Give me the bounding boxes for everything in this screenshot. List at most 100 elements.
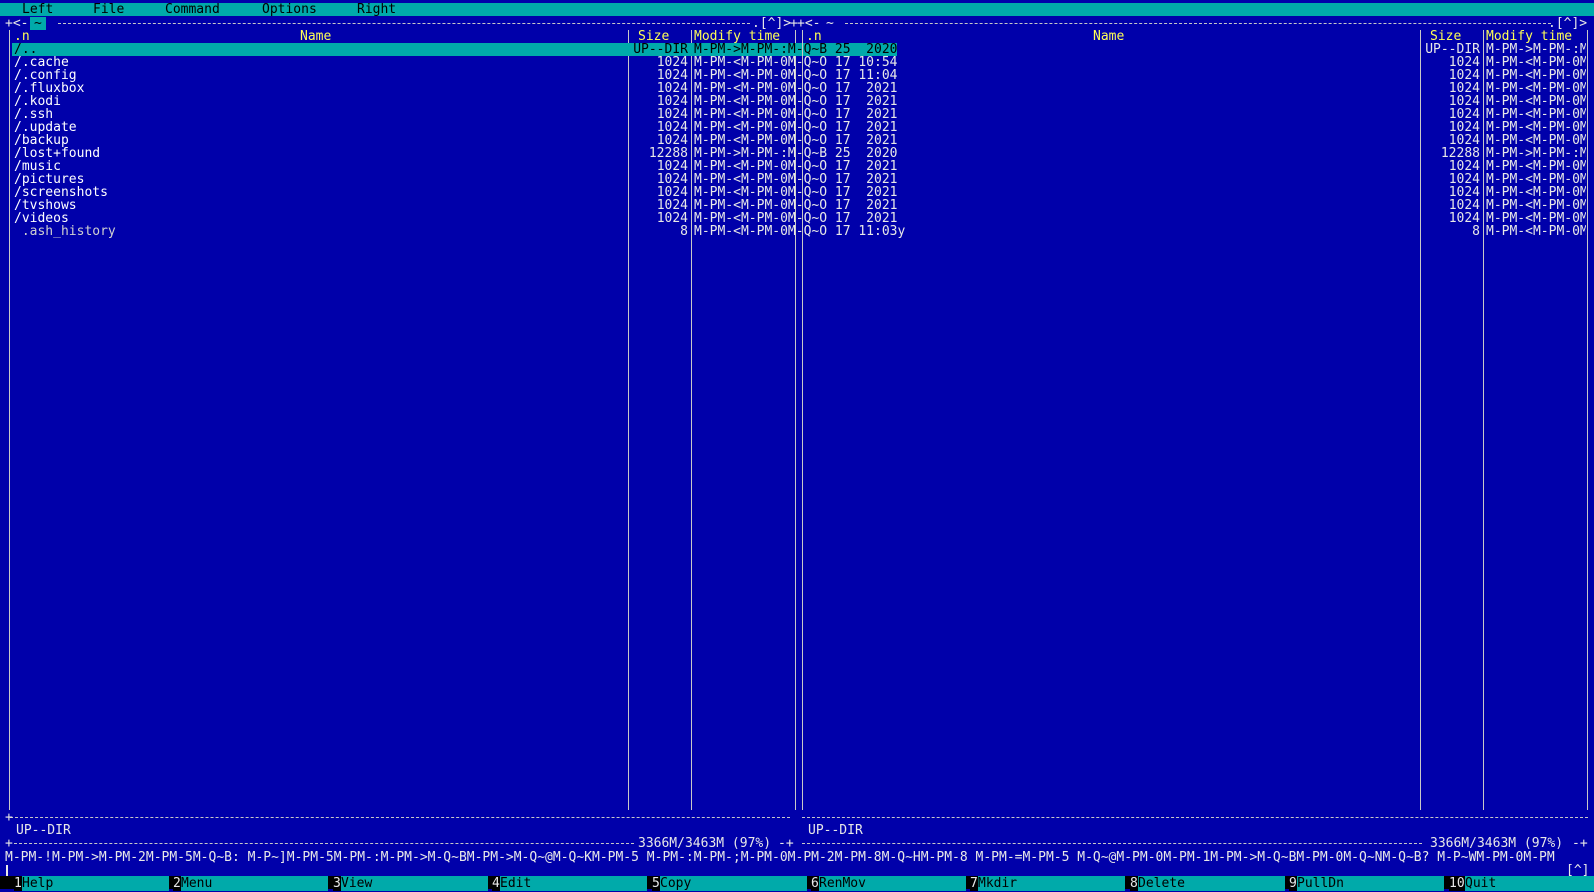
right-file-mtime: M-PM->M-PM-:M <box>1486 147 1586 160</box>
right-panel-path[interactable]: ~ <box>826 17 834 30</box>
right-file-name <box>806 199 1418 212</box>
right-status-text: UP--DIR <box>808 823 863 838</box>
fkey-4-number: 4 <box>492 876 500 891</box>
left-header-n[interactable]: .n <box>14 30 44 43</box>
right-file-name <box>806 160 1418 173</box>
right-file-size: 1024 <box>1448 82 1480 95</box>
right-header-size[interactable]: Size <box>1430 30 1470 43</box>
left-file-name: /.fluxbox <box>14 82 85 95</box>
left-file-size: 1024 <box>656 108 688 121</box>
right-file-name <box>806 69 1418 82</box>
left-file-name: /.config <box>14 69 77 82</box>
right-file-name <box>806 82 1418 95</box>
menu-file[interactable]: File <box>93 3 124 16</box>
fkey-renmov-button[interactable]: RenMov <box>819 876 966 891</box>
right-col-divider-size <box>1420 30 1421 810</box>
right-file-mtime: M-PM-<M-PM-0M <box>1486 173 1586 186</box>
menu-options[interactable]: Options <box>262 3 317 16</box>
left-file-size: 8 <box>680 225 688 238</box>
right-file-size: 1024 <box>1448 121 1480 134</box>
menu-right[interactable]: Right <box>357 3 396 16</box>
fkey-view-button[interactable]: View <box>341 876 488 891</box>
right-col-divider-mtime <box>1483 30 1484 810</box>
right-file-size: 1024 <box>1448 95 1480 108</box>
left-file-name: /.. <box>14 43 38 56</box>
right-file-name <box>806 225 1418 238</box>
left-file-size: 12288 <box>648 147 688 160</box>
right-file-name <box>806 43 1418 56</box>
left-file-size: UP--DIR <box>633 43 688 56</box>
right-file-mtime: M-PM-<M-PM-0M <box>1486 56 1586 69</box>
right-header-n[interactable]: .n <box>806 30 836 43</box>
menu-left[interactable]: Left <box>22 3 53 16</box>
function-key-bar: 1 Help 2 Menu 3 View 4 Edit 5 Copy 6 RenMov 7 Mkdir 8 D… <box>0 876 1594 891</box>
left-file-name: /.update <box>14 121 77 134</box>
left-file-size: 1024 <box>656 160 688 173</box>
left-file-name: /.kodi <box>14 95 61 108</box>
left-header-name[interactable]: Name <box>300 30 360 43</box>
left-file-size: 1024 <box>656 186 688 199</box>
right-file-mtime: M-PM-<M-PM-0M <box>1486 121 1586 134</box>
right-file-size: 1024 <box>1448 108 1480 121</box>
right-file-size: 1024 <box>1448 56 1480 69</box>
left-file-size: 1024 <box>656 56 688 69</box>
fkey-help-button[interactable]: Help <box>22 876 169 891</box>
left-panel-path[interactable]: ~ <box>30 17 46 30</box>
hint-line: M-PM-!M-PM->M-PM-2M-PM-5M-Q~B: M-P~]M-PM… <box>5 851 1555 864</box>
right-file-name <box>806 147 1418 160</box>
left-file-size: 1024 <box>656 199 688 212</box>
menu-command[interactable]: Command <box>165 3 220 16</box>
left-panel-status-divider <box>10 817 790 818</box>
fkey-9-number: 9 <box>1289 876 1297 891</box>
left-file-name: /backup <box>14 134 69 147</box>
right-file-name <box>806 212 1418 225</box>
left-file-size: 1024 <box>656 212 688 225</box>
right-file-size: 1024 <box>1448 160 1480 173</box>
fkey-10-number: 10 <box>1449 876 1465 891</box>
fkey-pulldn-button[interactable]: PullDn <box>1297 876 1444 891</box>
fkey-quit-button[interactable]: Quit <box>1465 876 1594 891</box>
fkey-2-number: 2 <box>173 876 181 891</box>
fkey-delete-button[interactable]: Delete <box>1138 876 1285 891</box>
left-panel-hotlist[interactable]: .[^]> <box>752 17 791 30</box>
right-file-mtime: M-PM-<M-PM-0M <box>1486 82 1586 95</box>
fkey-1-number: 1 <box>14 876 22 891</box>
right-file-mtime: M-PM-<M-PM-0M <box>1486 69 1586 82</box>
left-file-name: /videos <box>14 212 69 225</box>
left-file-size: 1024 <box>656 173 688 186</box>
right-file-mtime: M-PM-<M-PM-0M <box>1486 199 1586 212</box>
menu-bar: Left File Command Options Right <box>0 3 1594 16</box>
right-file-mtime: M-PM-<M-PM-0M <box>1486 225 1586 238</box>
left-header-mtime[interactable]: Modify time <box>694 30 789 43</box>
left-panel-bottom-border <box>14 843 634 844</box>
right-file-mtime: M-PM-<M-PM-0M <box>1486 108 1586 121</box>
right-file-size: 1024 <box>1448 173 1480 186</box>
left-file-size: 1024 <box>656 95 688 108</box>
fkey-mkdir-button[interactable]: Mkdir <box>978 876 1125 891</box>
left-panel-top-border <box>58 23 750 24</box>
fkey-edit-button[interactable]: Edit <box>500 876 647 891</box>
left-header-size[interactable]: Size <box>638 30 678 43</box>
right-file-size: 8 <box>1472 225 1480 238</box>
fkey-6-number: 6 <box>811 876 819 891</box>
right-panel-hotlist[interactable]: .[^]> <box>1548 17 1587 30</box>
left-col-divider-mtime <box>691 30 692 810</box>
left-panel-left-border <box>9 30 10 810</box>
right-panel-right-border <box>1587 30 1588 810</box>
fkey-3-number: 3 <box>333 876 341 891</box>
right-panel-bottom-border <box>802 843 1422 844</box>
right-file-mtime: M-PM-<M-PM-0M <box>1486 160 1586 173</box>
left-file-name: /.ssh <box>14 108 54 121</box>
fkey-8-number: 8 <box>1130 876 1138 891</box>
left-file-size: 1024 <box>656 69 688 82</box>
right-file-mtime: M-PM-<M-PM-0M <box>1486 134 1586 147</box>
fkey-5-number: 5 <box>652 876 660 891</box>
fkey-menu-button[interactable]: Menu <box>181 876 328 891</box>
fkey-copy-button[interactable]: Copy <box>660 876 807 891</box>
left-file-name: /pictures <box>14 173 85 186</box>
right-file-size: 12288 <box>1440 147 1480 160</box>
right-header-name[interactable]: Name <box>1093 30 1153 43</box>
left-file-name: .ash_history <box>14 225 116 238</box>
left-file-size: 1024 <box>656 121 688 134</box>
right-header-mtime[interactable]: Modify time <box>1486 30 1586 43</box>
